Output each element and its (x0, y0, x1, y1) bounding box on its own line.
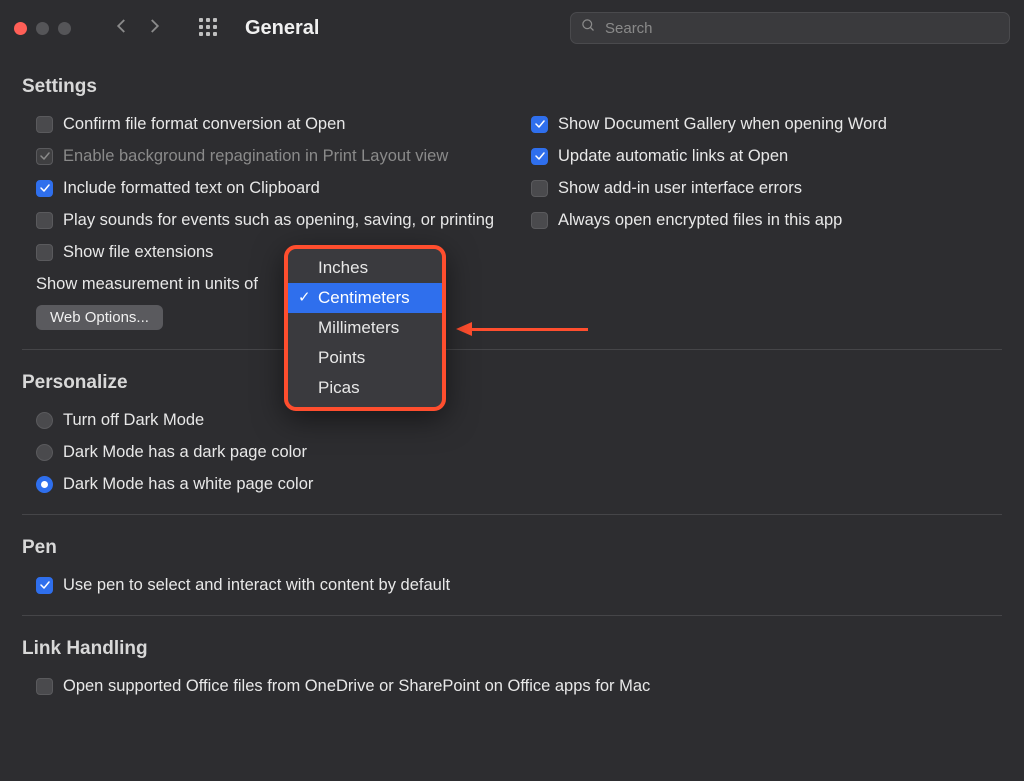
settings-col-right: Show Document Gallery when opening Word … (517, 108, 1002, 335)
personalize-dark-page[interactable]: Dark Mode has a dark page color (22, 436, 1002, 468)
radio-label: Dark Mode has a white page color (63, 475, 313, 494)
unit-option-inches[interactable]: Inches (288, 253, 442, 283)
search-field[interactable] (570, 12, 1010, 44)
checkbox-icon[interactable] (36, 678, 53, 695)
arrow-left-icon (456, 322, 472, 336)
checkbox-icon[interactable] (531, 212, 548, 229)
setting-update-links[interactable]: Update automatic links at Open (517, 140, 1002, 172)
section-pen-title: Pen (22, 537, 1002, 559)
window-traffic-lights (14, 22, 71, 35)
nav-controls (113, 17, 163, 40)
personalize-off[interactable]: Turn off Dark Mode (22, 404, 1002, 436)
divider (22, 349, 1002, 350)
checkbox-icon[interactable] (36, 212, 53, 229)
forward-icon[interactable] (145, 17, 163, 40)
checkbox-icon[interactable] (36, 116, 53, 133)
arrow-line (472, 328, 588, 331)
close-window-dot[interactable] (14, 22, 27, 35)
setting-label: Enable background repagination in Print … (63, 147, 448, 166)
annotation-arrow (456, 322, 588, 336)
checkbox-icon[interactable] (531, 116, 548, 133)
setting-label: Open supported Office files from OneDriv… (63, 677, 650, 696)
setting-label: Confirm file format conversion at Open (63, 115, 345, 134)
setting-play-sounds[interactable]: Play sounds for events such as opening, … (22, 204, 507, 236)
measurement-units-dropdown[interactable]: Inches Centimeters Millimeters Points Pi… (284, 245, 446, 411)
checkbox-icon[interactable] (531, 180, 548, 197)
search-icon (581, 18, 596, 38)
setting-confirm-file-format[interactable]: Confirm file format conversion at Open (22, 108, 507, 140)
personalize-white-page[interactable]: Dark Mode has a white page color (22, 468, 1002, 500)
link-open-supported[interactable]: Open supported Office files from OneDriv… (22, 670, 1002, 702)
radio-label: Turn off Dark Mode (63, 411, 204, 430)
minimize-window-dot[interactable] (36, 22, 49, 35)
checkbox-icon[interactable] (36, 577, 53, 594)
divider (22, 615, 1002, 616)
unit-option-millimeters[interactable]: Millimeters (288, 313, 442, 343)
preferences-content: Settings Confirm file format conversion … (0, 56, 1024, 702)
show-all-icon[interactable] (199, 18, 219, 38)
radio-icon[interactable] (36, 444, 53, 461)
setting-include-formatted[interactable]: Include formatted text on Clipboard (22, 172, 507, 204)
unit-option-centimeters[interactable]: Centimeters (288, 283, 442, 313)
search-input[interactable] (603, 19, 999, 38)
radio-label: Dark Mode has a dark page color (63, 443, 307, 462)
toolbar: General (0, 0, 1024, 56)
checkbox-icon[interactable] (531, 148, 548, 165)
divider (22, 514, 1002, 515)
setting-label: Include formatted text on Clipboard (63, 179, 320, 198)
pen-use-pen[interactable]: Use pen to select and interact with cont… (22, 569, 1002, 601)
checkbox-icon[interactable] (36, 180, 53, 197)
unit-option-points[interactable]: Points (288, 343, 442, 373)
section-personalize-title: Personalize (22, 372, 1002, 394)
setting-label: Show add-in user interface errors (558, 179, 802, 198)
section-settings-title: Settings (22, 76, 1002, 98)
setting-label: Use pen to select and interact with cont… (63, 576, 450, 595)
checkbox-icon (36, 148, 53, 165)
setting-label: Show file extensions (63, 243, 213, 262)
radio-icon[interactable] (36, 476, 53, 493)
setting-label: Show Document Gallery when opening Word (558, 115, 887, 134)
radio-icon[interactable] (36, 412, 53, 429)
zoom-window-dot[interactable] (58, 22, 71, 35)
settings-columns: Confirm file format conversion at Open E… (22, 108, 1002, 335)
measurement-label: Show measurement in units of (36, 275, 258, 294)
checkbox-icon[interactable] (36, 244, 53, 261)
section-link-title: Link Handling (22, 638, 1002, 660)
setting-show-addin-err[interactable]: Show add-in user interface errors (517, 172, 1002, 204)
back-icon[interactable] (113, 17, 131, 40)
setting-label: Update automatic links at Open (558, 147, 788, 166)
page-title: General (245, 17, 319, 40)
web-options-button[interactable]: Web Options... (36, 305, 163, 330)
unit-option-picas[interactable]: Picas (288, 373, 442, 403)
setting-label: Always open encrypted files in this app (558, 211, 842, 230)
setting-open-encrypted[interactable]: Always open encrypted files in this app (517, 204, 1002, 236)
setting-label: Play sounds for events such as opening, … (63, 211, 494, 230)
setting-enable-bg-repag: Enable background repagination in Print … (22, 140, 507, 172)
setting-show-gallery[interactable]: Show Document Gallery when opening Word (517, 108, 1002, 140)
